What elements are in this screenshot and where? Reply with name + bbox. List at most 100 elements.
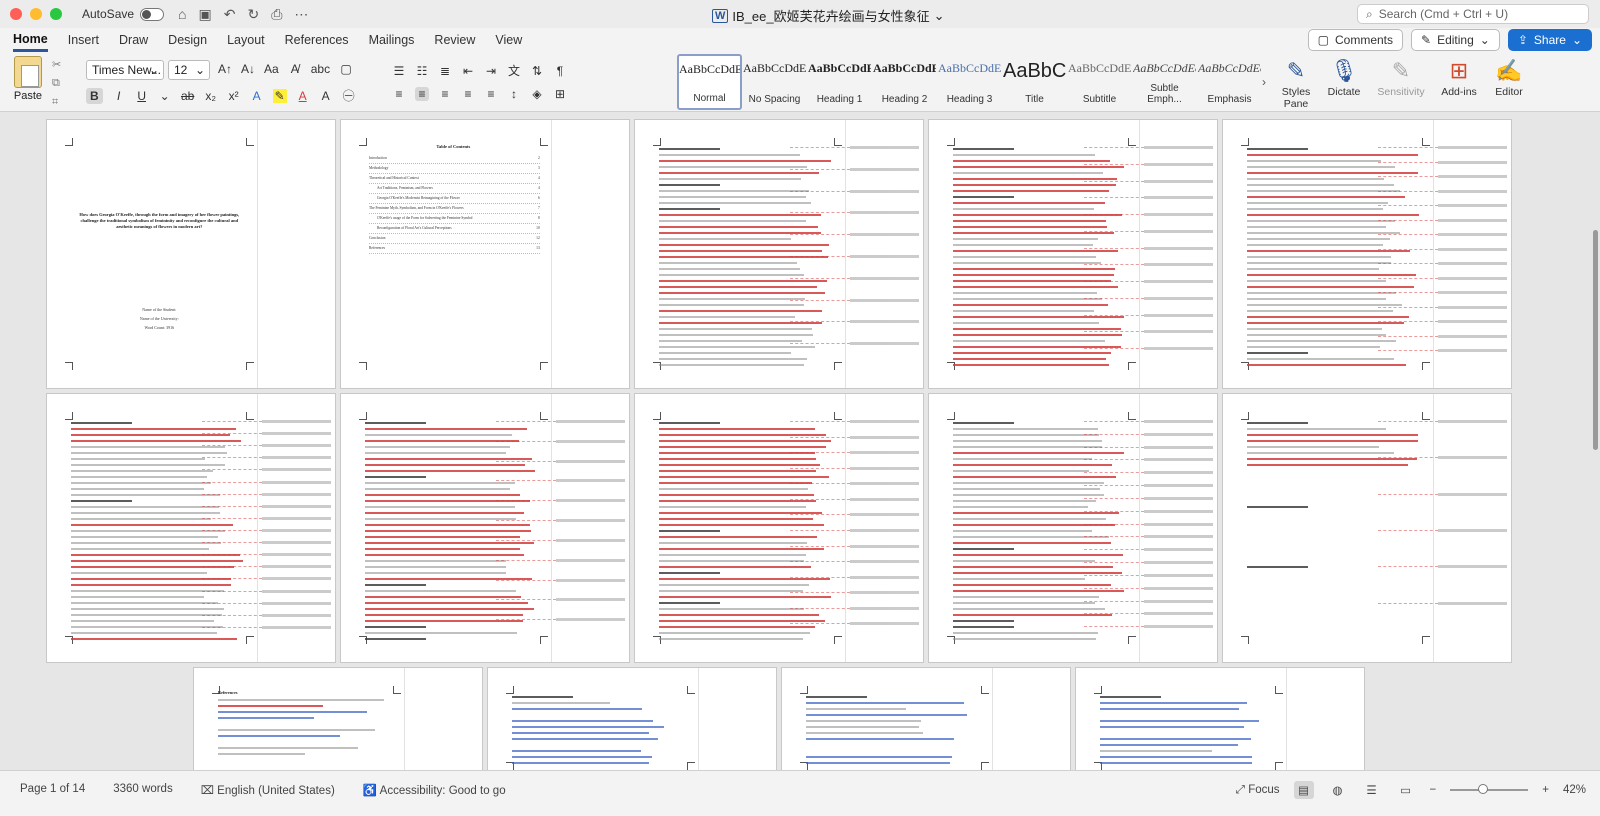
tracked-change-balloon[interactable] [1083,330,1213,334]
align-right-icon[interactable]: ≡ [438,87,452,101]
sensitivity-button[interactable]: ✎ Sensitivity [1375,56,1427,98]
tracked-change-balloon[interactable] [1083,509,1213,513]
tracked-change-balloon[interactable] [201,601,331,605]
tracked-change-balloon[interactable] [1083,347,1213,351]
tracked-change-balloon[interactable] [1377,233,1507,237]
tracked-change-balloon[interactable] [1083,280,1213,284]
editing-mode-button[interactable]: ✎ Editing ⌄ [1411,29,1500,51]
tracked-change-balloon[interactable] [1083,458,1213,462]
font-color-icon[interactable]: A [296,89,310,103]
sort-icon[interactable]: ⇅ [530,64,544,78]
page-1[interactable]: How does Georgia O'Keeffe, through the f… [47,120,335,388]
undo-icon[interactable]: ↶ [224,6,236,23]
tracked-change-balloon[interactable] [1083,146,1213,149]
numbering-icon[interactable]: ☷ [415,64,429,78]
font-name-select[interactable]: Times New... ⌄ [86,60,164,80]
tracked-change-balloon[interactable] [1377,175,1507,179]
tracked-change-balloon[interactable] [1083,612,1213,616]
tracked-change-balloon[interactable] [789,189,919,193]
tracked-change-balloon[interactable] [201,529,331,532]
style-emphasis[interactable]: AaBbCcDdEe Emphasis [1197,54,1262,110]
page-13[interactable] [782,668,1070,770]
bold-button[interactable]: B [86,87,103,104]
tracked-change-balloon[interactable] [201,613,331,617]
tracked-change-balloon[interactable] [789,420,919,423]
focus-view-icon[interactable]: ▭ [1396,781,1416,799]
tracked-change-balloon[interactable] [789,320,919,324]
page-indicator[interactable]: Page 1 of 14 [20,783,85,797]
tracked-change-balloon[interactable] [789,451,919,455]
tracked-change-balloon[interactable] [1083,573,1213,577]
tracked-change-balloon[interactable] [789,233,919,237]
tracked-change-balloon[interactable] [495,479,625,483]
tab-home[interactable]: Home [13,29,48,52]
tracked-change-balloon[interactable] [201,492,331,496]
zoom-level[interactable]: 42% [1563,784,1586,796]
page-14[interactable] [1076,668,1364,770]
tracked-change-balloon[interactable] [1083,213,1213,217]
tracked-change-balloon[interactable] [789,606,919,610]
tracked-change-balloon[interactable] [1083,535,1213,539]
toc-entry[interactable]: Reconfiguration of Floral Art's Cultural… [369,224,540,234]
page-7[interactable] [341,394,629,662]
tracked-change-balloon[interactable] [789,622,919,626]
language-indicator[interactable]: ⌧ English (United States) [201,783,335,797]
style-normal[interactable]: AaBbCcDdE Normal [677,54,742,110]
tracked-change-balloon[interactable] [789,466,919,470]
tab-review[interactable]: Review [434,30,475,50]
style-no-spacing[interactable]: AaBbCcDdE No Spacing [742,54,807,110]
addins-button[interactable]: ⊞ Add-ins [1433,56,1485,98]
tracked-change-balloon[interactable] [1377,349,1507,353]
document-title[interactable]: W IB_ee_欧姬芙花卉绘画与女性象征 ⌄ [712,6,945,25]
tracked-change-balloon[interactable] [495,420,625,423]
more-icon[interactable]: ⋯ [294,6,308,23]
tracked-change-balloon[interactable] [1377,204,1507,208]
distributed-icon[interactable]: ≡ [484,87,498,101]
toc-entry[interactable]: Theoretical and Historical Context 4 [369,174,540,184]
tracked-change-balloon[interactable] [1083,162,1213,166]
tracked-change-balloon[interactable] [1083,229,1213,233]
tracked-change-balloon[interactable] [1377,218,1507,222]
tracked-change-balloon[interactable] [1083,420,1213,423]
tracked-change-balloon[interactable] [1083,522,1213,526]
tracked-change-balloon[interactable] [1083,432,1213,436]
tracked-change-balloon[interactable] [789,167,919,171]
toc-entry[interactable]: Methodology 3 [369,164,540,174]
text-effects-icon[interactable]: A [250,89,264,103]
highlight-icon[interactable]: ✎ [272,88,287,103]
tracked-change-balloon[interactable] [789,298,919,302]
zoom-slider-thumb[interactable] [1478,784,1488,794]
zoom-out-icon[interactable]: − [1430,784,1437,796]
print-layout-icon[interactable]: ▤ [1293,781,1314,799]
tracked-change-balloon[interactable] [1377,146,1507,149]
tracked-change-balloon[interactable] [1083,296,1213,300]
tracked-change-balloon[interactable] [201,468,331,472]
page-11[interactable]: References [194,668,482,770]
page-9[interactable] [929,394,1217,662]
tracked-change-balloon[interactable] [1083,246,1213,250]
page-5[interactable] [1223,120,1511,388]
outline-view-icon[interactable]: ☰ [1362,781,1382,799]
zoom-in-icon[interactable]: + [1542,784,1549,796]
grow-font-icon[interactable]: A↑ [218,62,232,76]
tracked-change-balloon[interactable] [1377,276,1507,280]
tracked-change-balloon[interactable] [495,578,625,582]
tracked-change-balloon[interactable] [789,276,919,280]
strikethrough-button[interactable]: ab [181,89,195,103]
tracked-change-balloon[interactable] [201,420,331,423]
toc-entry[interactable]: Georgia O'Keeffe's Modernist Reimagining… [369,194,540,204]
increase-indent-icon[interactable]: ⇥ [484,64,498,78]
format-painter-icon[interactable]: ⌗ [52,96,61,109]
underline-button[interactable]: U [135,89,149,103]
tracked-change-balloon[interactable] [1377,529,1507,532]
tracked-change-balloon[interactable] [789,146,919,149]
align-left-icon[interactable]: ≡ [392,87,406,101]
tracked-change-balloon[interactable] [201,456,331,460]
zoom-window-button[interactable] [50,8,62,20]
tracked-change-balloon[interactable] [201,504,331,508]
tracked-change-balloon[interactable] [495,538,625,542]
toc-entry[interactable]: References 13 [369,244,540,254]
autosave-toggle[interactable] [140,7,165,21]
tracked-change-balloon[interactable] [789,560,919,564]
comments-button[interactable]: ▢ Comments [1307,29,1404,51]
